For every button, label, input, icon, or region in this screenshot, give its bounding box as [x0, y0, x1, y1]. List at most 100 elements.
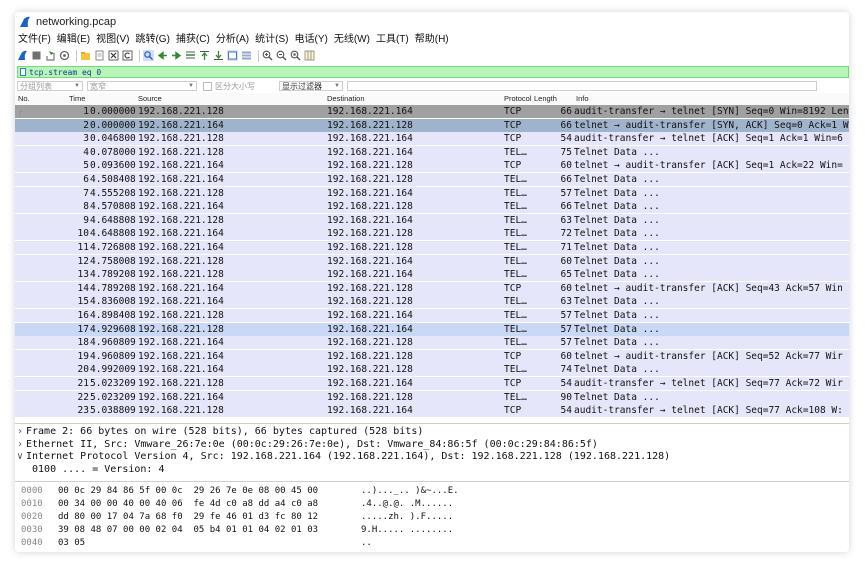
table-row[interactable]: 13 4.789208 192.168.221.128 192.168.221.164…: [15, 268, 849, 282]
table-row[interactable]: 8 4.570808 192.168.221.164 192.168.221.128 T…: [15, 200, 849, 214]
display-filter-input[interactable]: tcp.stream eq 0: [29, 68, 101, 77]
col-header-length[interactable]: Length: [534, 93, 557, 105]
table-row[interactable]: 18 4.960809 192.168.221.164 192.168.221.128…: [15, 336, 849, 350]
packet-length: 57: [560, 337, 572, 349]
chevron-down-icon: ▼: [74, 83, 80, 89]
search-input[interactable]: [347, 81, 817, 91]
chevron-right-icon[interactable]: ›: [17, 439, 26, 451]
table-row[interactable]: 15 4.836008 192.168.221.164 192.168.221.128…: [15, 295, 849, 309]
col-header-time[interactable]: Time: [69, 93, 85, 105]
menu-item[interactable]: 电话(Y): [292, 32, 331, 47]
chevron-right-icon[interactable]: ›: [17, 426, 26, 438]
find-icon[interactable]: [143, 50, 154, 61]
restart-icon[interactable]: [45, 50, 56, 61]
forward-icon[interactable]: [171, 50, 182, 61]
table-row[interactable]: 3 0.046800 192.168.221.128 192.168.221.164 T…: [15, 132, 849, 146]
detail-text: Ethernet II, Src: Vmware_26:7e:0e (00:0c…: [26, 438, 598, 450]
reload-icon[interactable]: [122, 50, 133, 61]
table-row[interactable]: 19 4.960809 192.168.221.164 192.168.221.128…: [15, 349, 849, 363]
hex-ascii[interactable]: 9.H..... ........: [361, 524, 453, 536]
hex-offset[interactable]: 0020: [21, 511, 43, 523]
packet-length: 66: [560, 119, 572, 131]
detail-tree-item[interactable]: 0100 .... = Version: 4: [17, 464, 164, 476]
bookmark-icon[interactable]: [20, 68, 26, 76]
toolbar-separator: [258, 49, 259, 62]
table-row[interactable]: 9 4.648808 192.168.221.128 192.168.221.164 T…: [15, 213, 849, 227]
autoscroll-icon[interactable]: [227, 50, 238, 61]
hex-bytes[interactable]: dd 80 00 17 04 7a 68 f0 29 fe 46 01 d3 f…: [58, 511, 318, 523]
table-row[interactable]: 10 4.648808 192.168.221.164 192.168.221.128…: [15, 227, 849, 241]
col-header-info[interactable]: Info: [576, 93, 589, 105]
resize-columns-icon[interactable]: [304, 50, 315, 61]
hex-ascii[interactable]: ..: [361, 537, 372, 549]
display-filter-bar[interactable]: tcp.stream eq 0: [17, 66, 849, 78]
packet-destination: 192.168.221.164: [327, 378, 413, 389]
last-icon[interactable]: [213, 50, 224, 61]
menu-item[interactable]: 统计(S): [252, 32, 291, 47]
open-icon[interactable]: [80, 50, 91, 61]
goto-icon[interactable]: [185, 50, 196, 61]
table-row[interactable]: 14 4.789208 192.168.221.164 192.168.221.128…: [15, 281, 849, 295]
case-sensitive-checkbox[interactable]: [203, 81, 212, 91]
hex-bytes[interactable]: 39 08 48 07 00 00 02 04 05 b4 01 01 04 0…: [58, 524, 318, 536]
table-row[interactable]: 4 0.078000 192.168.221.128 192.168.221.164 T…: [15, 145, 849, 159]
packet-no: 23: [77, 405, 89, 417]
menu-item[interactable]: 捕获(C): [173, 32, 213, 47]
table-row[interactable]: 20 4.992009 192.168.221.164 192.168.221.128…: [15, 363, 849, 377]
menu-item[interactable]: 跳转(G): [132, 32, 172, 47]
table-row[interactable]: 11 4.726808 192.168.221.164 192.168.221.128…: [15, 241, 849, 254]
menu-item[interactable]: 编辑(E): [54, 32, 93, 47]
hex-bytes[interactable]: 00 34 00 00 40 00 40 06 fe 4d c0 a8 dd a…: [58, 498, 318, 510]
table-row[interactable]: 5 0.093600 192.168.221.164 192.168.221.128 T…: [15, 159, 849, 173]
packet-details-pane: › Frame 2: 66 bytes on wire (528 bits), 6…: [15, 423, 849, 480]
table-row[interactable]: 7 4.555208 192.168.221.128 192.168.221.164 T…: [15, 186, 849, 200]
search-type-select[interactable]: 宽窄 ▼: [87, 81, 197, 91]
table-row[interactable]: 22 5.023209 192.168.221.164 192.168.221.128…: [15, 390, 849, 404]
table-row[interactable]: 12 4.758008 192.168.221.128 192.168.221.164…: [15, 254, 849, 268]
zoom-reset-icon[interactable]: [290, 50, 301, 61]
hex-offset[interactable]: 0030: [21, 524, 43, 536]
menu-item[interactable]: 文件(F): [15, 32, 54, 47]
hex-offset[interactable]: 0010: [21, 498, 43, 510]
chevron-down-icon[interactable]: ∨: [17, 451, 26, 463]
col-header-destination[interactable]: Destination: [327, 93, 365, 105]
col-header-source[interactable]: Source: [138, 93, 162, 105]
table-row[interactable]: 2 0.000000 192.168.221.164 192.168.221.128 T…: [15, 118, 849, 132]
menu-item[interactable]: 无线(W): [331, 32, 373, 47]
hex-ascii[interactable]: .....zh. ).F.....: [361, 511, 453, 523]
detail-tree-item[interactable]: › Ethernet II, Src: Vmware_26:7e:0e (00:0…: [17, 439, 598, 451]
table-row[interactable]: 21 5.023209 192.168.221.128 192.168.221.164…: [15, 377, 849, 390]
menu-item[interactable]: 分析(A): [213, 32, 252, 47]
zoom-in-icon[interactable]: [262, 50, 273, 61]
search-scope-select[interactable]: 分组列表 ▼: [17, 81, 83, 91]
table-row[interactable]: ┌ 1 0.000000 192.168.221.128 192.168.221.164…: [15, 105, 849, 118]
back-icon[interactable]: [157, 50, 168, 61]
options-icon[interactable]: [59, 50, 70, 61]
first-icon[interactable]: [199, 50, 210, 61]
hex-bytes[interactable]: 03 05: [58, 537, 85, 549]
table-row[interactable]: 23 5.038809 192.168.221.128 192.168.221.164…: [15, 404, 849, 418]
hex-offset[interactable]: 0040: [21, 537, 43, 549]
zoom-out-icon[interactable]: [276, 50, 287, 61]
menu-item[interactable]: 工具(T): [373, 32, 412, 47]
col-header-protocol[interactable]: Protocol: [504, 93, 532, 105]
colorize-icon[interactable]: [241, 50, 252, 61]
file-icon[interactable]: [94, 50, 105, 61]
close-file-icon[interactable]: [108, 50, 119, 61]
table-row[interactable]: 17 4.929608 192.168.221.128 192.168.221.164…: [15, 322, 849, 336]
packet-no: 12: [77, 255, 89, 267]
detail-tree-item[interactable]: › Frame 2: 66 bytes on wire (528 bits), 6…: [17, 426, 423, 438]
hex-ascii[interactable]: .4..@.@. .M......: [361, 498, 453, 510]
stop-icon[interactable]: [31, 50, 42, 61]
table-row[interactable]: 6 4.508408 192.168.221.164 192.168.221.128 T…: [15, 173, 849, 186]
detail-tree-item[interactable]: ∨ Internet Protocol Version 4, Src: 192.1…: [17, 451, 670, 463]
hex-offset[interactable]: 0000: [21, 485, 43, 497]
col-header-no[interactable]: No.: [18, 93, 30, 105]
menu-item[interactable]: 视图(V): [93, 32, 132, 47]
table-row[interactable]: 16 4.898408 192.168.221.128 192.168.221.164…: [15, 309, 849, 322]
menu-item[interactable]: 帮助(H): [412, 32, 452, 47]
shark-fin-icon[interactable]: [17, 50, 28, 61]
hex-bytes[interactable]: 00 0c 29 84 86 5f 00 0c 29 26 7e 0e 08 0…: [58, 485, 318, 497]
hex-ascii[interactable]: ..)..._.. )&~...E.: [361, 485, 459, 497]
search-mode-select[interactable]: 显示过滤器 ▼: [279, 81, 343, 91]
